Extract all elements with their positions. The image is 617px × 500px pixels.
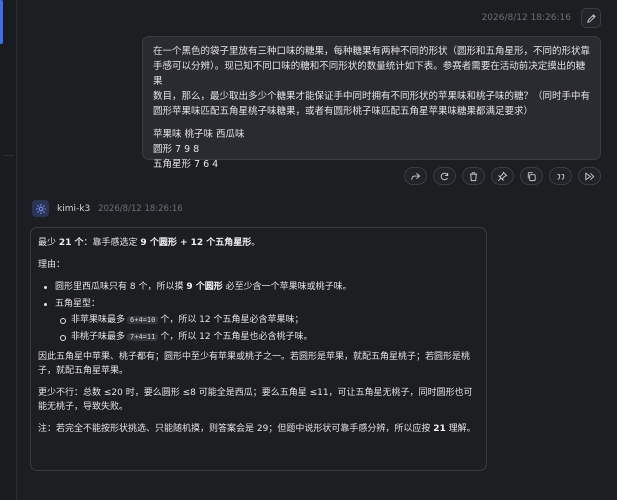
left-rail bbox=[0, 0, 17, 500]
gear-icon bbox=[35, 203, 46, 214]
pencil-icon bbox=[586, 13, 596, 23]
share-button[interactable] bbox=[404, 167, 427, 185]
note-paragraph: 注：若完全不能按形状挑选、只能随机摸，则答案会是 29；但题中说形状可靠手感分辨… bbox=[38, 424, 476, 434]
question-line-3: 数目，那么，最少取出多少个糖果才能保证手中同时拥有不同形状的苹果味和桃子味的糖？… bbox=[153, 91, 591, 102]
regenerate-button[interactable] bbox=[433, 167, 456, 185]
user-timestamp: 2026/8/12 18:26:16 bbox=[481, 13, 571, 23]
user-message-meta: 2026/8/12 18:26:16 bbox=[482, 8, 601, 28]
assistant-message-bubble: 最少 21 个：靠手感选定 9 个圆形 + 12 个五角星形。 理由： 圆形里西… bbox=[30, 227, 487, 471]
inline-code: 7+4=11 bbox=[127, 333, 159, 341]
rail-divider bbox=[4, 155, 14, 156]
assistant-timestamp: 2026/8/12 18:26:16 bbox=[98, 203, 183, 214]
list-item: 圆形里西瓜味只有 8 个，所以摸 9 个圆形 必至少含一个苹果味或桃子味。 bbox=[38, 280, 479, 294]
table-row-round: 圆形 7 9 8 bbox=[153, 144, 200, 155]
answer-summary: 最少 21 个：靠手感选定 9 个圆形 + 12 个五角星形。 bbox=[38, 238, 261, 248]
active-indicator bbox=[0, 0, 3, 44]
question-line-4: 圆形苹果味匹配五角星桃子味糖果，或者有圆形桃子味匹配五角星苹果味糖果都满足要求） bbox=[153, 106, 534, 117]
sub-list-item: 非苹果味最多 6+4=10 个，所以 12 个五角星必含苹果味； bbox=[55, 313, 479, 327]
share-icon bbox=[411, 172, 421, 180]
assistant-name: kimi-k3 bbox=[57, 203, 91, 214]
conclusion-paragraph: 因此五角星中苹果、桃子都有；圆形中至少有苹果或桃子之一。若圆形是苹果，就配五角星… bbox=[38, 352, 471, 376]
sub-list-item: 非桃子味最多 7+4=11 个，所以 12 个五角星也必含桃子味。 bbox=[55, 330, 479, 344]
question-line-2: 手感可以分辨）。现已知不同口味的糖和不同形状的数量统计如下表。参赛者需要在活动前… bbox=[153, 61, 586, 87]
reason-list: 圆形里西瓜味只有 8 个，所以摸 9 个圆形 必至少含一个苹果味或桃子味。 五角… bbox=[38, 280, 479, 344]
list-item: 五角星型： 非苹果味最多 6+4=10 个，所以 12 个五角星必含苹果味； 非桃子… bbox=[38, 297, 479, 344]
reason-label: 理由： bbox=[38, 260, 66, 270]
refresh-icon bbox=[440, 172, 449, 180]
assistant-avatar bbox=[32, 200, 49, 217]
copy-icon bbox=[527, 171, 536, 181]
forward-icon bbox=[585, 171, 595, 181]
inline-code: 6+4=10 bbox=[127, 316, 159, 324]
quote-button[interactable] bbox=[549, 167, 572, 185]
table-header-line: 苹果味 桃子味 西瓜味 bbox=[153, 129, 245, 140]
question-line-1: 在一个黑色的袋子里放有三种口味的糖果，每种糖果有两种不同的形状（圆形和五角星形，… bbox=[153, 46, 591, 57]
edit-message-button[interactable] bbox=[581, 8, 601, 28]
pin-icon bbox=[497, 171, 508, 181]
pin-button[interactable] bbox=[491, 167, 514, 185]
user-message-bubble: 在一个黑色的袋子里放有三种口味的糖果，每种糖果有两种不同的形状（圆形和五角星形，… bbox=[142, 36, 601, 170]
delete-button[interactable] bbox=[462, 167, 485, 185]
copy-button[interactable] bbox=[520, 167, 543, 185]
minimality-paragraph: 更少不行：总数 ≤20 时，要么圆形 ≤8 可能全是西瓜；要么五角星 ≤11，可… bbox=[38, 388, 473, 412]
assistant-header: kimi-k3 2026/8/12 18:26:16 bbox=[32, 200, 183, 217]
quote-icon bbox=[557, 173, 565, 180]
message-action-bar bbox=[404, 167, 601, 185]
forward-button[interactable] bbox=[578, 167, 601, 185]
trash-icon bbox=[469, 171, 478, 181]
